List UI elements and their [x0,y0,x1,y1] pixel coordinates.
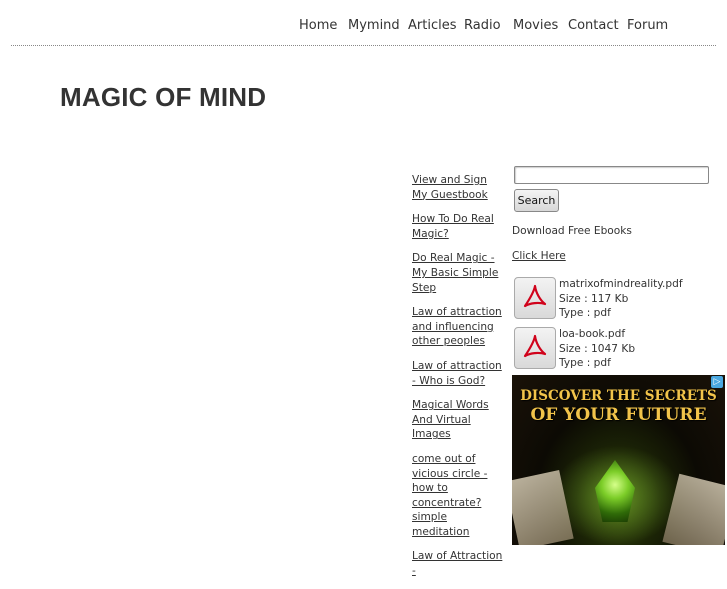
nav-articles[interactable]: Articles [408,18,456,33]
ad-banner[interactable]: DISCOVER THE SECRETS OF YOUR FUTURE ▷ [512,375,725,545]
nav-contact[interactable]: Contact [568,18,619,33]
nav-forum[interactable]: Forum [627,18,668,33]
file-meta: loa-book.pdf Size : 1047 Kb Type : pdf [559,327,635,371]
link-who-is-god[interactable]: Law of attraction - Who is God? [412,359,504,388]
ebooks-heading: Download Free Ebooks [512,225,632,237]
file-name: matrixofmindreality.pdf [559,278,683,290]
adchoices-icon[interactable]: ▷ [711,376,723,388]
nav-divider [11,45,716,46]
pdf-icon [514,277,556,319]
link-real-magic[interactable]: How To Do Real Magic? [412,212,504,241]
search-input[interactable] [514,166,709,184]
nav-radio[interactable]: Radio [464,18,501,33]
nav-movies[interactable]: Movies [513,18,558,33]
search-button[interactable]: Search [514,189,559,212]
link-law-attraction[interactable]: Law of attraction and influencing other … [412,305,504,349]
link-vicious-circle[interactable]: come out of vicious circle - how to conc… [412,452,504,540]
link-basic-step[interactable]: Do Real Magic - My Basic Simple Step [412,251,504,295]
file-type: Type : pdf [559,357,611,369]
link-magical-words[interactable]: Magical Words And Virtual Images [412,398,504,442]
link-law-attraction-2[interactable]: Law of Attraction - [412,549,504,578]
file-type: Type : pdf [559,307,611,319]
file-size: Size : 1047 Kb [559,342,636,355]
nav-mymind[interactable]: Mymind [348,18,400,33]
file-size: Size : 117 Kb [559,292,629,305]
file-item[interactable]: loa-book.pdf Size : 1047 Kb Type : pdf [514,327,714,371]
file-item[interactable]: matrixofmindreality.pdf Size : 117 Kb Ty… [514,277,714,321]
ad-headline-1: DISCOVER THE SECRETS [520,388,717,404]
file-name: loa-book.pdf [559,328,626,340]
sidebar-links: View and Sign My Guestbook How To Do Rea… [412,173,504,589]
click-here-link[interactable]: Click Here [512,250,566,262]
ad-headline-2: OF YOUR FUTURE [530,405,707,425]
pdf-icon [514,327,556,369]
nav-home[interactable]: Home [299,18,337,33]
link-guestbook[interactable]: View and Sign My Guestbook [412,173,504,202]
site-title: MAGIC OF MIND [60,82,267,112]
file-meta: matrixofmindreality.pdf Size : 117 Kb Ty… [559,277,683,321]
